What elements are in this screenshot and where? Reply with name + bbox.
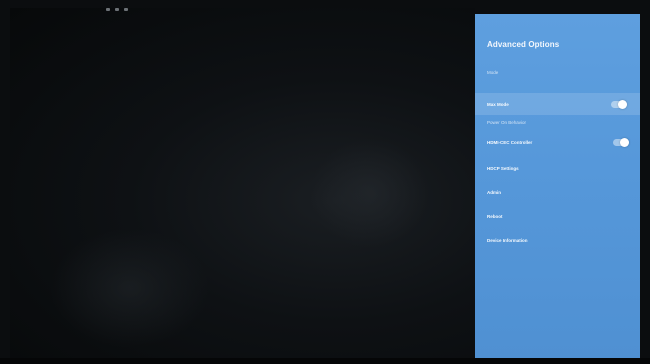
menu-item-hdmi-cec[interactable]: HDMI-CEC Controller <box>487 140 532 145</box>
background-shadow <box>50 228 210 348</box>
section-label-power-on: Power On Behavior <box>487 120 527 125</box>
menu-item-hdcp-settings[interactable]: HDCP Settings <box>487 166 519 171</box>
panel-title: Advanced Options <box>487 40 560 49</box>
max-mode-toggle[interactable] <box>611 100 627 109</box>
video-background <box>10 8 475 358</box>
background-shadow <box>310 138 430 248</box>
top-indicator-dots <box>106 8 128 11</box>
hdmi-cec-toggle[interactable] <box>613 138 629 147</box>
section-label-mode: Mode <box>487 70 499 75</box>
menu-item-device-information[interactable]: Device Information <box>487 238 528 243</box>
toggle-knob <box>618 100 627 109</box>
bottom-edge <box>0 358 650 364</box>
advanced-options-panel: Advanced Options Mode Max Mode Power On … <box>475 14 640 364</box>
toggle-knob <box>620 138 629 147</box>
menu-item-max-mode[interactable]: Max Mode <box>487 102 509 107</box>
menu-item-reboot[interactable]: Reboot <box>487 214 503 219</box>
tv-screen: Advanced Options Mode Max Mode Power On … <box>0 0 650 364</box>
menu-item-admin[interactable]: Admin <box>487 190 501 195</box>
